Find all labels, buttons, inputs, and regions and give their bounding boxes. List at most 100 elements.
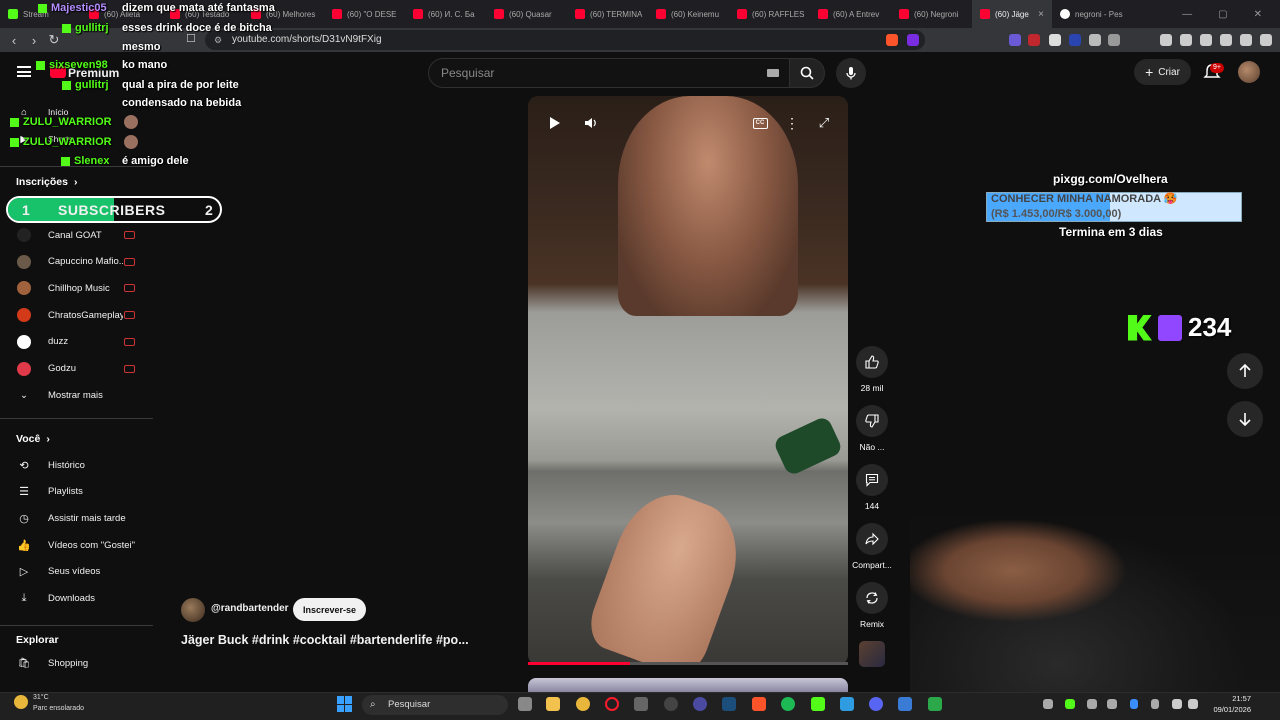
discord-icon[interactable] bbox=[869, 697, 883, 711]
tray-icon[interactable] bbox=[1065, 699, 1075, 709]
create-button[interactable]: + Criar bbox=[1134, 59, 1191, 85]
channel-avatar[interactable] bbox=[181, 598, 205, 622]
captions-icon[interactable]: CC bbox=[750, 113, 770, 133]
start-button[interactable] bbox=[337, 696, 353, 712]
tray-icon[interactable] bbox=[1107, 699, 1117, 709]
next-short-button[interactable] bbox=[1227, 401, 1263, 437]
kick-icon[interactable] bbox=[811, 697, 825, 711]
you-section-title[interactable]: Você › bbox=[16, 433, 50, 445]
browser-tab[interactable]: (60) Quasar bbox=[486, 0, 567, 28]
menu-icon[interactable] bbox=[1260, 34, 1272, 46]
wifi-icon[interactable] bbox=[1172, 699, 1182, 709]
back-icon[interactable]: ‹ bbox=[4, 33, 24, 48]
extension-icon[interactable] bbox=[1069, 34, 1081, 46]
browser-tab[interactable]: (60) И. С. Ба bbox=[405, 0, 486, 28]
sidebar-item-explore[interactable]: 🛍 Shopping bbox=[0, 650, 155, 676]
taskbar-clock[interactable]: 21:57 bbox=[1211, 694, 1251, 703]
sound-thumbnail[interactable] bbox=[859, 641, 885, 667]
comments-button[interactable]: 144 bbox=[852, 464, 892, 511]
video-progress-bar[interactable] bbox=[528, 662, 848, 665]
obs-icon[interactable] bbox=[664, 697, 678, 711]
app-icon[interactable] bbox=[634, 697, 648, 711]
brave-rewards-icon[interactable] bbox=[907, 34, 919, 46]
browser-tab[interactable]: (60) TERMINA bbox=[567, 0, 648, 28]
subscriptions-section-title[interactable]: Inscrições › bbox=[16, 176, 77, 188]
sidebar-item-you[interactable]: ◷ Assistir mais tarde bbox=[0, 505, 155, 531]
browser-tab[interactable]: (60) Jäge × bbox=[972, 0, 1052, 28]
shorts-video-player[interactable]: CC ⋮ ⤢ bbox=[528, 96, 848, 665]
browser-tab[interactable]: (60) "O DESE bbox=[324, 0, 405, 28]
more-options-icon[interactable]: ⋮ bbox=[782, 113, 802, 133]
browser-tab[interactable]: (60) RAFFLES bbox=[729, 0, 810, 28]
close-window-icon[interactable]: ✕ bbox=[1254, 9, 1262, 20]
keyboard-icon[interactable] bbox=[767, 69, 779, 77]
minimize-icon[interactable]: — bbox=[1182, 9, 1192, 20]
leo-icon[interactable] bbox=[1220, 34, 1232, 46]
brave-icon[interactable] bbox=[752, 697, 766, 711]
vpn-icon[interactable] bbox=[1240, 34, 1252, 46]
search-button[interactable] bbox=[789, 58, 825, 88]
maximize-icon[interactable]: ▢ bbox=[1218, 9, 1227, 20]
channel-name[interactable]: @randbartender bbox=[211, 603, 289, 614]
subscribe-button[interactable]: Inscrever-se bbox=[293, 598, 366, 621]
volume-icon[interactable] bbox=[581, 113, 601, 133]
forward-icon[interactable]: › bbox=[24, 33, 44, 48]
tray-icon[interactable] bbox=[1087, 699, 1097, 709]
task-view-icon[interactable] bbox=[518, 697, 532, 711]
previous-short-button[interactable] bbox=[1227, 353, 1263, 389]
app-icon[interactable] bbox=[898, 697, 912, 711]
video-title[interactable]: Jäger Buck #drink #cocktail #bartenderli… bbox=[181, 633, 469, 647]
url-field[interactable]: ⚙ youtube.com/shorts/D31vN9tFXig bbox=[205, 30, 925, 50]
bluetooth-icon[interactable] bbox=[1130, 699, 1138, 709]
sidebar-item-channel[interactable]: ChratosGameplay bbox=[0, 302, 155, 328]
browser-tab[interactable]: (60) A Entrev bbox=[810, 0, 891, 28]
browser-tab[interactable]: (60) Keinemu bbox=[648, 0, 729, 28]
sidebar-toggle-icon[interactable] bbox=[1180, 34, 1192, 46]
extensions-puzzle-icon[interactable] bbox=[1108, 34, 1120, 46]
search-input[interactable]: Pesquisar bbox=[428, 58, 790, 88]
sidebar-item-channel[interactable]: Godzu bbox=[0, 356, 155, 382]
browser-tab[interactable]: negroni - Pes bbox=[1052, 0, 1133, 28]
brave-shield-icon[interactable] bbox=[886, 34, 898, 46]
browser-tab[interactable]: (60) Negroni bbox=[891, 0, 972, 28]
account-avatar[interactable] bbox=[1238, 61, 1260, 83]
opera-icon[interactable] bbox=[605, 697, 619, 711]
remix-button[interactable]: Remix bbox=[852, 582, 892, 629]
file-explorer-icon[interactable] bbox=[546, 697, 560, 711]
wallet-icon[interactable] bbox=[1200, 34, 1212, 46]
sidebar-item-you[interactable]: ⤓ Downloads bbox=[0, 586, 155, 612]
steam-icon[interactable] bbox=[722, 697, 736, 711]
extension-icon[interactable] bbox=[1089, 34, 1101, 46]
show-more-button[interactable]: ⌄ Mostrar mais bbox=[0, 382, 155, 408]
sidebar-item-you[interactable]: ⟲ Histórico bbox=[0, 452, 155, 478]
sidebar-item-channel[interactable]: Chillhop Music bbox=[0, 275, 155, 301]
notes-icon[interactable] bbox=[840, 697, 854, 711]
hamburger-menu-icon[interactable] bbox=[17, 66, 31, 77]
sidebar-item-you[interactable]: 👍 Vídeos com "Gostei" bbox=[0, 532, 155, 558]
extension-icon[interactable] bbox=[1049, 34, 1061, 46]
sidebar-item-you[interactable]: ▷ Seus vídeos bbox=[0, 559, 155, 585]
fullscreen-icon[interactable]: ⤢ bbox=[814, 113, 834, 133]
dislike-button[interactable]: Não ... bbox=[852, 405, 892, 452]
play-icon[interactable] bbox=[544, 113, 564, 133]
music-icon[interactable] bbox=[1160, 34, 1172, 46]
tray-icon[interactable] bbox=[1043, 699, 1053, 709]
extension-icon[interactable] bbox=[1028, 34, 1040, 46]
close-tab-icon[interactable]: × bbox=[1038, 9, 1044, 20]
share-button[interactable]: Compart... bbox=[851, 523, 893, 570]
microphone-icon[interactable] bbox=[1151, 699, 1159, 709]
reload-icon[interactable]: ↻ bbox=[44, 32, 64, 48]
app-icon[interactable] bbox=[928, 697, 942, 711]
volume-icon[interactable] bbox=[1188, 699, 1198, 709]
sidebar-item-you[interactable]: ☰ Playlists bbox=[0, 479, 155, 505]
weather-icon[interactable] bbox=[14, 695, 28, 709]
like-button[interactable]: 28 mil bbox=[852, 346, 892, 393]
chrome-icon[interactable] bbox=[576, 697, 590, 711]
voice-search-button[interactable] bbox=[836, 58, 866, 88]
taskbar-search[interactable]: ⌕ Pesquisar bbox=[362, 695, 508, 715]
sidebar-item-channel[interactable]: Canal GOAT bbox=[0, 222, 155, 248]
sidebar-item-channel[interactable]: Capuccino Mafio... bbox=[0, 249, 155, 275]
taskbar-date[interactable]: 09/01/2026 bbox=[1205, 705, 1251, 714]
sidebar-item-channel[interactable]: duzz bbox=[0, 329, 155, 355]
extension-icon[interactable] bbox=[1009, 34, 1021, 46]
